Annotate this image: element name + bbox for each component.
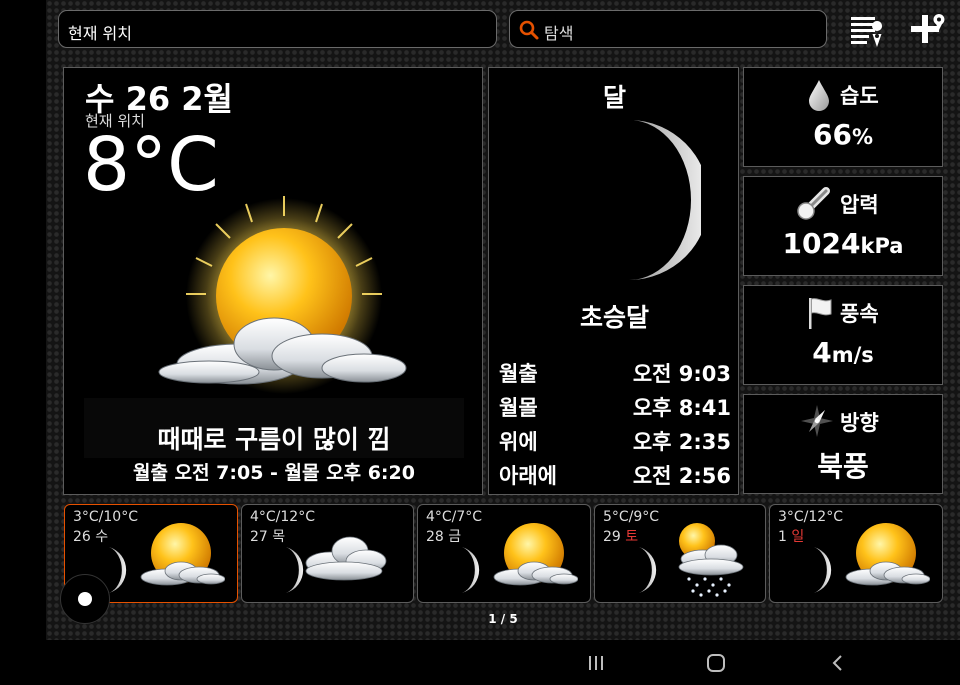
forecast-date: 27 [250,529,268,545]
thermometer-icon [797,187,830,220]
crescent-moon-icon [629,120,701,280]
home-icon[interactable] [704,652,728,674]
forecast-card[interactable]: 4°C/7°C 28 금 [417,504,591,603]
wind-direction-value: 북풍 [817,450,869,483]
forecast-day: 27 목 [250,526,285,546]
forecast-day: 29 토 [603,526,638,546]
moon-below-label: 아래에 [499,464,557,488]
humidity-value: 66 [812,118,852,151]
forecast-sun-cloud-icon [845,523,930,586]
page-indicator: 1 / 5 [488,612,518,626]
wind-direction-panel: 방향 북풍 [743,394,943,494]
moonset-row: 월몰 오후 8:41 [499,392,731,422]
moon-title: 달 [602,83,626,112]
forecast-temp-range: 3°C/12°C [778,509,843,525]
forecast-moon-icon [639,547,657,593]
forecast-moon-icon [814,547,832,593]
moon-above-label: 위에 [499,430,538,454]
forecast-card[interactable]: 5°C/9°C 29 토 [594,504,766,603]
forecast-card[interactable]: 4°C/12°C 27 목 [241,504,414,603]
wind-speed-label: 풍속 [840,302,879,326]
pressure-value: 1024 [782,227,861,260]
forecast-weekday: 금 [448,529,462,545]
humidity-panel: 습도 66% [743,67,943,167]
location-list-icon[interactable] [847,10,887,48]
location-field[interactable]: 현재 위치 [58,10,497,48]
forecast-cloud-icon [305,536,387,581]
forecast-temp-range: 4°C/7°C [426,509,483,525]
humidity-value-line: 66% [744,118,942,151]
screen-edge [0,0,46,685]
system-navigation-bar [0,640,960,685]
moonset-value: 오후 8:41 [632,396,731,420]
forecast-weekday: 토 [625,529,639,545]
pressure-panel: 압력 1024kPa [743,176,943,276]
wind-speed-panel: 풍속 4m/s [743,285,943,385]
search-placeholder: 탐색 [544,24,574,43]
current-temperature: 8°C [83,122,219,208]
forecast-date: 1 [778,529,787,545]
forecast-date: 26 [73,529,91,545]
wind-speed-value: 4 [812,336,832,369]
humidity-label: 습도 [840,84,879,108]
forecast-weekday: 목 [272,529,286,545]
forecast-snow-cloud-icon [678,523,744,597]
sun-cloud-icon [158,196,407,394]
dot-icon [78,592,92,606]
moon-below-row: 아래에 오전 2:56 [499,460,731,490]
moonrise-row: 월출 오전 9:03 [499,358,731,388]
moon-phase: 초승달 [579,303,649,332]
forecast-moon-icon [462,547,480,593]
forecast-temp-range: 5°C/9°C [603,509,660,525]
moonset-label: 월몰 [499,396,538,420]
sunrise-sunset: 월출 오전 7:05 - 월몰 오후 6:20 [133,462,415,484]
water-drop-icon [809,80,829,111]
moon-below-value: 오전 2:56 [632,464,731,488]
add-location-icon[interactable] [908,10,948,48]
search-icon [519,20,539,40]
pressure-label: 압력 [840,193,879,217]
forecast-card[interactable]: 3°C/12°C 1 일 [769,504,943,603]
moon-above-value: 오후 2:35 [632,430,731,454]
forecast-day: 28 금 [426,526,461,546]
current-weather-panel: 수 26 2월 현재 위치 8°C 때때로 구름이 많이 낌 월출 오전 7:0… [63,67,483,495]
floating-dot-button[interactable] [60,574,110,624]
wind-speed-value-line: 4m/s [744,336,942,369]
moon-panel: 달 초승달 월출 오전 9:03 월몰 오후 8:41 위에 오후 2:35 아… [488,67,739,495]
moon-above-row: 위에 오후 2:35 [499,426,731,456]
forecast-date: 29 [603,529,621,545]
back-icon[interactable] [826,652,850,674]
recent-apps-icon[interactable] [584,652,608,674]
wind-direction-label: 방향 [840,411,879,435]
wind-speed-unit: m/s [831,343,874,367]
forecast-temp-range: 3°C/10°C [73,509,138,525]
forecast-weekday: 일 [791,529,805,545]
weather-app: 현재 위치 탐색 수 26 2월 현재 위치 8°C 때때로 구름이 많이 낌 … [46,0,960,640]
wind-flag-icon [809,298,832,329]
search-field[interactable]: 탐색 [509,10,827,48]
pressure-unit: kPa [860,234,904,258]
current-condition: 때때로 구름이 많이 낌 [157,425,391,454]
location-field-text: 현재 위치 [68,24,132,43]
moonrise-label: 월출 [499,362,538,386]
forecast-sun-cloud-icon [493,523,578,586]
humidity-unit: % [851,125,873,149]
forecast-date: 28 [426,529,444,545]
forecast-sun-cloud-icon [140,523,225,586]
pressure-value-line: 1024kPa [744,227,942,260]
forecast-weekday: 수 [95,529,109,545]
moonrise-value: 오전 9:03 [632,362,731,386]
forecast-day: 1 일 [778,526,804,546]
forecast-moon-icon [109,547,127,593]
compass-icon [801,405,833,437]
forecast-day: 26 수 [73,526,108,546]
